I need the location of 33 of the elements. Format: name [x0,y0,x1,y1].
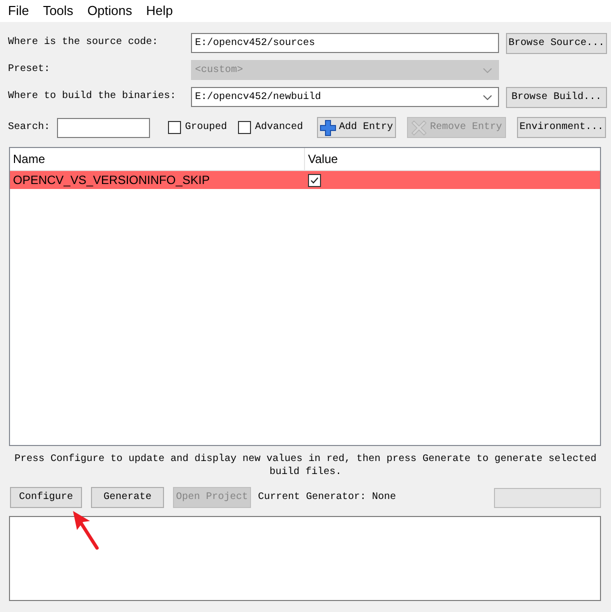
table-cell-text: OPENCV_VS_VERSIONINFO_SKIP [12,172,211,189]
checkbox[interactable] [238,121,252,134]
environment-button[interactable]: Environment... [517,117,606,138]
plus-icon [320,120,336,136]
search-label: Search: [8,120,50,134]
field-label: Preset: [8,63,52,77]
action-button[interactable]: Generate [91,487,164,508]
chevron-down-icon [483,94,492,100]
generator-text: Current Generator: None [258,492,396,503]
action-button[interactable]: Configure [10,487,82,508]
field-label: Where to build the binaries: [8,90,178,104]
column-header[interactable]: Name [10,148,305,170]
value-checkbox[interactable] [308,174,321,186]
checkbox-label[interactable]: Grouped [185,122,228,133]
search-field[interactable] [57,118,150,138]
checkbox-label[interactable]: Advanced [255,122,304,133]
checkbox[interactable] [168,121,181,134]
hint-text: Press Configure to update and display new values in red, then press Generate to generate selected build files. [13,453,598,479]
menu-item[interactable]: Tools [36,0,80,22]
x-icon [411,120,428,136]
annotation-arrow [73,511,99,550]
table-row[interactable]: OPENCV_VS_VERSIONINFO_SKIP [10,171,600,189]
chevron-down-icon [483,68,492,72]
field-label: Where is the source code: [8,36,160,50]
menu-item[interactable]: Options [80,0,140,22]
add-entry-button[interactable]: Add Entry [317,117,396,138]
path-combo[interactable]: E:/opencv452/newbuild [191,87,499,107]
browse-button[interactable]: Browse Source... [506,32,607,54]
menu-item[interactable]: Help [139,0,180,22]
column-header[interactable]: Value [305,148,338,170]
menu-item[interactable]: File [1,0,36,22]
path-field[interactable]: E:/opencv452/sources [191,33,499,53]
browse-button[interactable]: Browse Build... [506,86,607,108]
